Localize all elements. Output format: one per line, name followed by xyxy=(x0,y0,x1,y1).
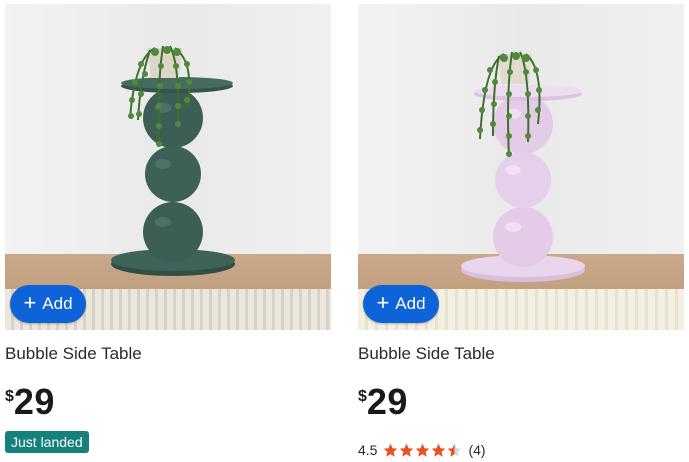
plus-icon: + xyxy=(23,290,37,315)
product-card[interactable]: + Add Bubble Side Table $ 29 4.5 (4) xyxy=(358,4,684,460)
rating-value: 4.5 xyxy=(358,442,378,458)
price-currency: $ xyxy=(5,388,14,405)
product-price: $ 29 xyxy=(5,384,55,420)
product-card[interactable]: + Add Bubble Side Table $ 29 Just landed xyxy=(5,4,331,460)
add-to-cart-button[interactable]: + Add xyxy=(363,285,439,323)
product-image[interactable]: + Add xyxy=(358,4,684,330)
star-icon xyxy=(448,443,462,457)
star-icon xyxy=(384,443,398,457)
rating-count: (4) xyxy=(468,442,486,458)
add-button-label: Add xyxy=(395,294,426,313)
rating-stars xyxy=(383,443,462,458)
plus-icon: + xyxy=(376,290,390,315)
product-price: $ 29 xyxy=(358,384,408,420)
star-icon xyxy=(432,443,446,457)
price-amount: 29 xyxy=(366,381,408,422)
star-icon xyxy=(400,443,414,457)
price-currency: $ xyxy=(358,388,367,405)
star-icon xyxy=(416,443,430,457)
bubble-table-illustration xyxy=(111,45,235,276)
price-amount: 29 xyxy=(13,381,55,422)
product-image[interactable]: + Add xyxy=(5,4,331,330)
status-badge: Just landed xyxy=(5,431,89,453)
add-button-label: Add xyxy=(42,294,73,313)
product-rating[interactable]: 4.5 (4) xyxy=(358,442,486,458)
add-to-cart-button[interactable]: + Add xyxy=(10,285,86,323)
product-title[interactable]: Bubble Side Table xyxy=(5,344,142,364)
bubble-table-illustration xyxy=(461,51,585,282)
product-title[interactable]: Bubble Side Table xyxy=(358,344,495,364)
